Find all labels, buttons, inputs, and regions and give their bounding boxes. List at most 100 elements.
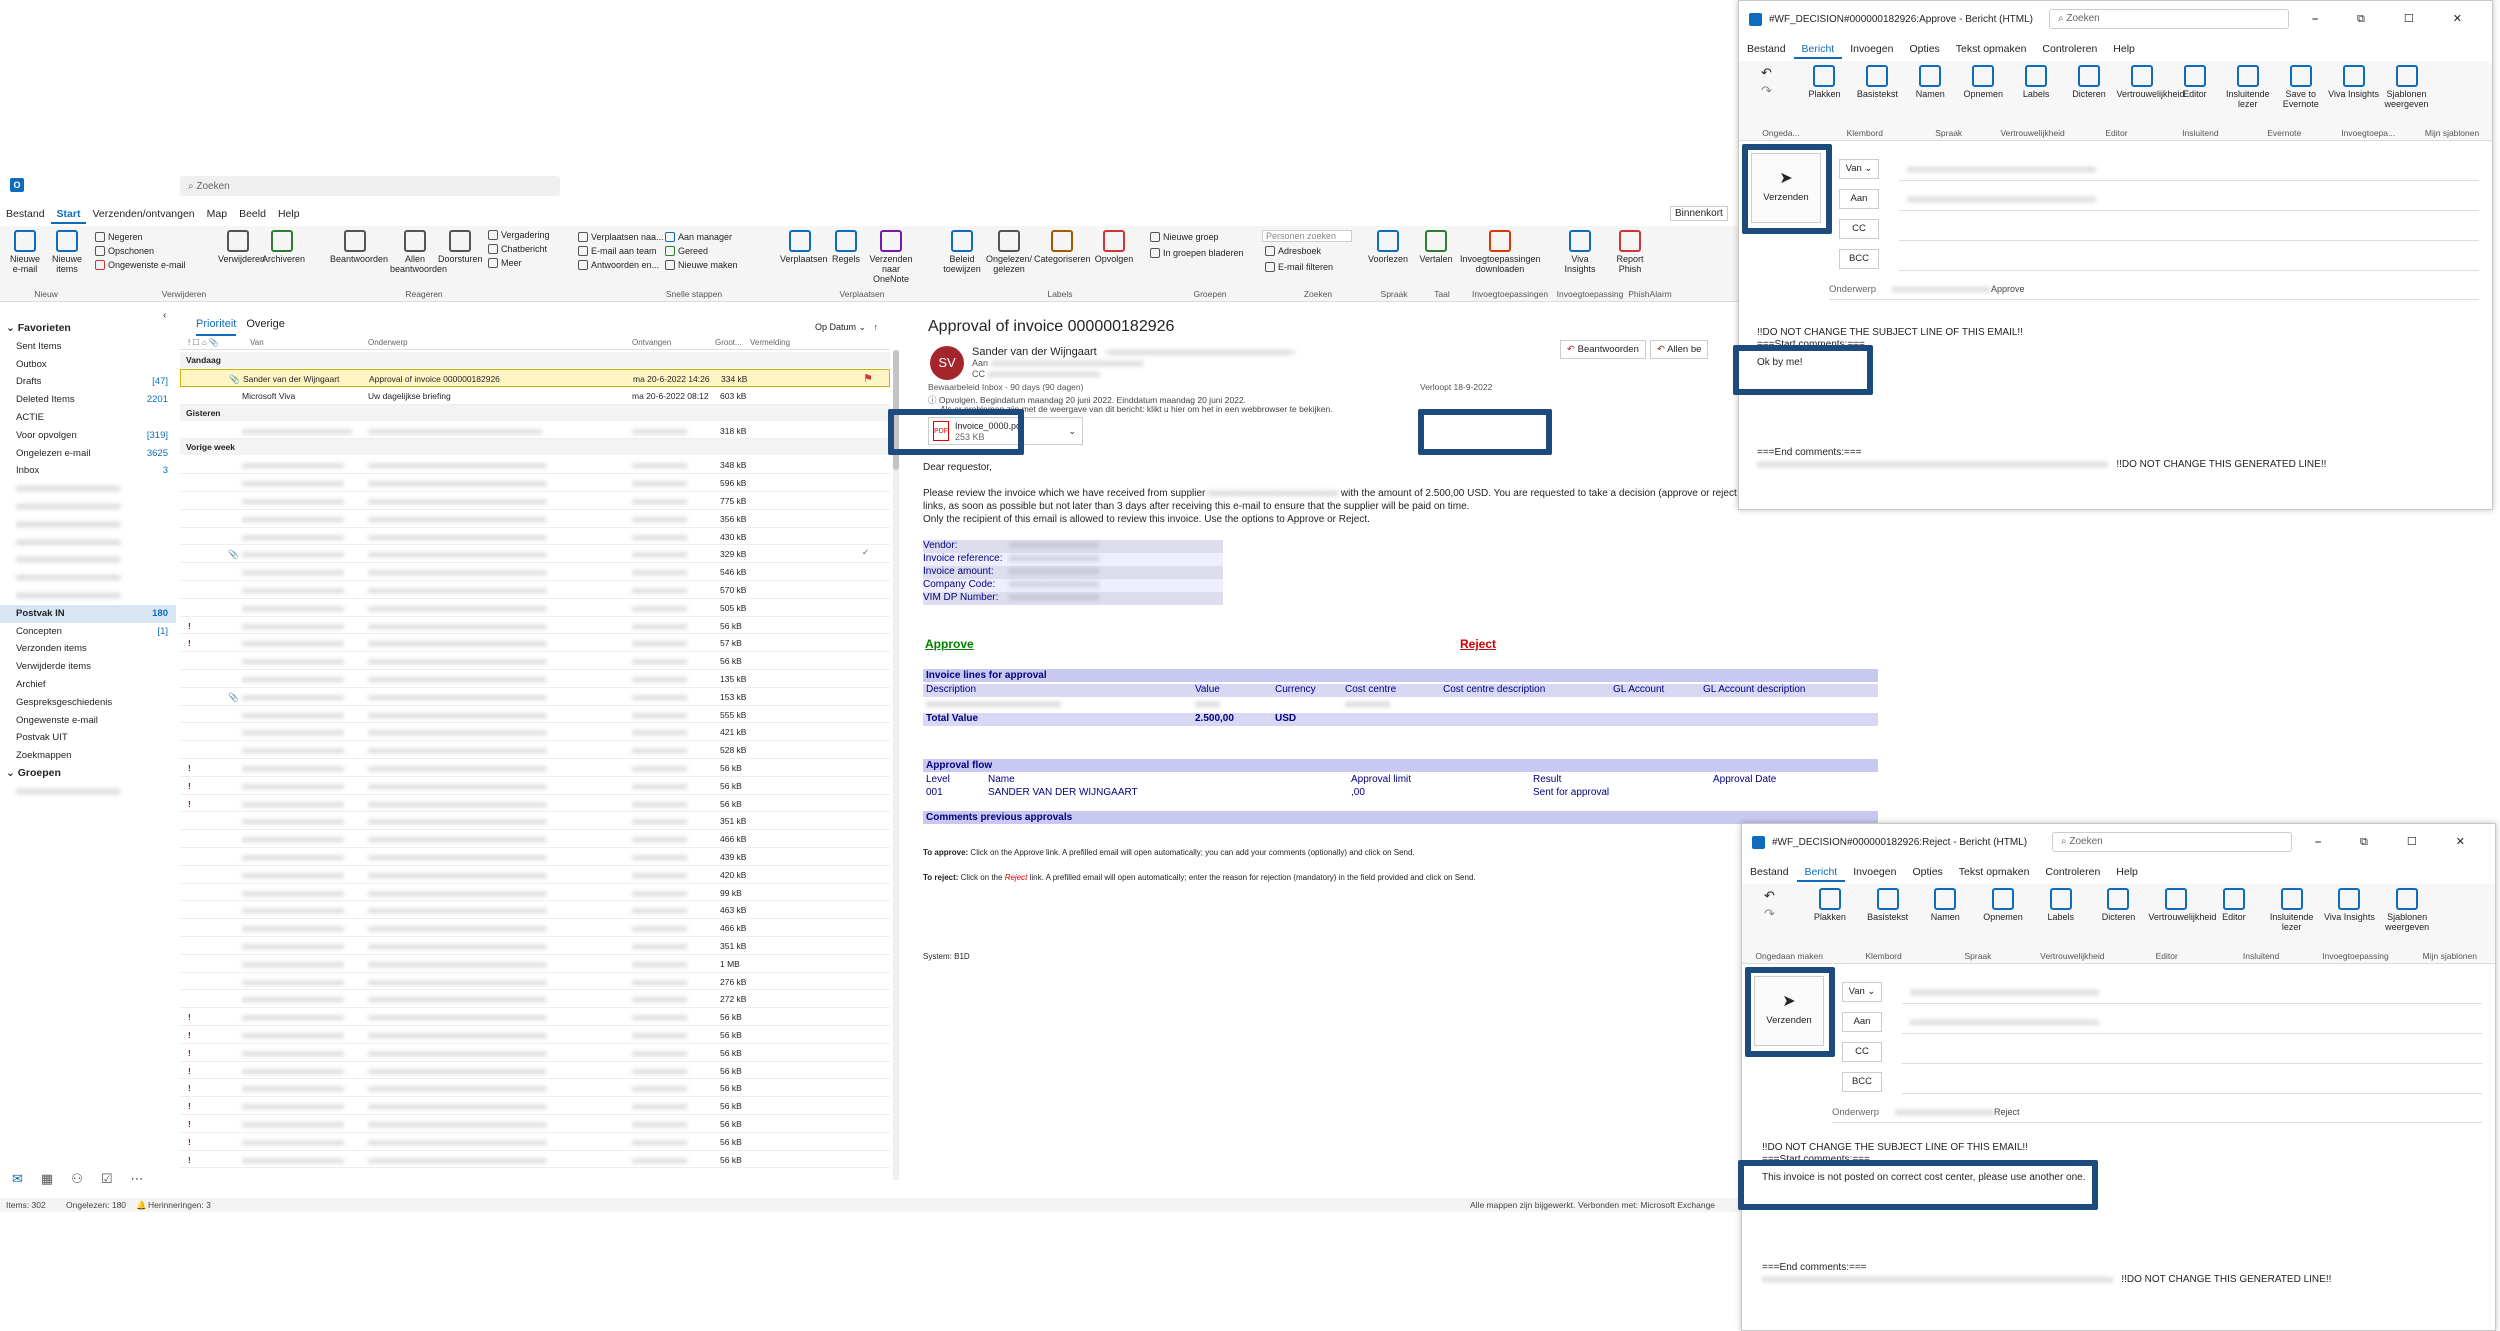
table-row[interactable]: xxxxxxxxxxxxxxxxxxxxxxxxxxxxxxxxxxxxxxxx…	[180, 723, 890, 742]
ribbon-report[interactable]: Report Phish	[1610, 230, 1650, 274]
table-row[interactable]: ! xxxxxxxxxxxxxxxxxxxxxxxx xxxxxxxxxxxxxxx…	[180, 1062, 890, 1080]
reply-button[interactable]: ↶ Beantwoorden	[1560, 340, 1646, 359]
folder-item[interactable]: xxxxxxxxxxxxxxxxxxxxxx	[0, 587, 176, 605]
folder-item[interactable]: Zoekmappen	[0, 747, 176, 765]
ribbon-qs6[interactable]: Nieuwe maken	[665, 260, 738, 270]
ribbon-qs5[interactable]: Gereed	[665, 246, 708, 256]
scrollbar[interactable]	[893, 350, 899, 1180]
redo-icon[interactable]: ↷	[1764, 906, 1775, 922]
flag-icon[interactable]: ⚑	[863, 372, 873, 385]
ribbon-button[interactable]: Opnemen	[1975, 888, 2031, 922]
table-row[interactable]: xxxxxxxxxxxxxxxxxxxxxxxxxxxxxxxxxxxxxxxx…	[180, 670, 890, 688]
folder-item[interactable]: xxxxxxxxxxxxxxxxxxxxxx	[0, 498, 176, 516]
table-row[interactable]: xxxxxxxxxxxxxxxxxxxxxxxxxxxxxxxxxxxxxxxx…	[180, 706, 890, 724]
ribbon-button[interactable]: Insluitende lezer	[2264, 888, 2320, 932]
table-row[interactable]: ! xxxxxxxxxxxxxxxxxxxxxxxx xxxxxxxxxxxxxxx…	[180, 759, 890, 777]
ribbon-qs1[interactable]: Verplaatsen naa...	[578, 232, 664, 242]
list-section[interactable]: Vandaag	[180, 352, 890, 368]
ribbon-viva[interactable]: Viva Insights	[1560, 230, 1600, 274]
tab-3[interactable]: Opties	[1904, 864, 1950, 882]
menu-4[interactable]: Beeld	[233, 206, 272, 224]
ribbon-button[interactable]: Insluitende lezer	[2222, 65, 2273, 109]
table-row[interactable]: ! xxxxxxxxxxxxxxxxxxxxxxxx xxxxxxxxxxxxxxx…	[180, 634, 890, 653]
folder-item[interactable]: Postvak IN 180	[0, 604, 176, 623]
list-section[interactable]: Vorige week	[180, 439, 890, 456]
ribbon-translate[interactable]: Vertalen	[1418, 230, 1454, 264]
tab-4[interactable]: Tekst opmaken	[1951, 864, 2038, 882]
table-row[interactable]: xxxxxxxxxxxxxxxxxxxxxxxxxxxxxxxxxxxxxxxx…	[180, 812, 890, 831]
ribbon-button[interactable]: Dicteren	[2091, 888, 2147, 922]
ribbon-button[interactable]: Namen	[1917, 888, 1973, 922]
folder-item[interactable]: xxxxxxxxxxxxxxxxxxxxxx	[0, 783, 176, 801]
to-button[interactable]: Aan	[1842, 1012, 1882, 1032]
undo-icon[interactable]: ↶	[1761, 65, 1772, 81]
cc-field[interactable]	[1899, 219, 2479, 241]
bcc-field[interactable]	[1899, 249, 2479, 271]
search-people-input[interactable]: Personen zoeken	[1262, 230, 1352, 242]
table-row[interactable]: xxxxxxxxxxxxxxxxxxxxxxxxxxxxxxxxxxxxxxxx…	[180, 990, 890, 1009]
cc-button[interactable]: CC	[1842, 1042, 1882, 1062]
ribbon-unread[interactable]: Ongelezen/ gelezen	[986, 230, 1032, 274]
search-box[interactable]: ⌕ Zoeken	[2052, 832, 2292, 852]
cc-button[interactable]: CC	[1839, 219, 1879, 239]
tab-0[interactable]: Bestand	[1742, 864, 1797, 882]
table-row[interactable]: ! xxxxxxxxxxxxxxxxxxxxxxxx xxxxxxxxxxxxxxx…	[180, 1151, 890, 1169]
window-controls[interactable]: ⎯ ⧉ ☐ ✕	[2312, 12, 2480, 26]
ribbon-button[interactable]: Opnemen	[1958, 65, 2009, 99]
to-button[interactable]: Aan	[1839, 189, 1879, 209]
table-row[interactable]: 📎 Sander van der Wijngaart Approval of inv…	[180, 369, 890, 387]
ribbon-browse-groups[interactable]: In groepen bladeren	[1150, 248, 1244, 258]
ribbon-button[interactable]: Save to Evernote	[2275, 65, 2326, 109]
ribbon-assign[interactable]: Beleid toewijzen	[940, 230, 984, 274]
folder-item[interactable]: xxxxxxxxxxxxxxxxxxxxxx	[0, 516, 176, 534]
ribbon-button[interactable]: Sjablonen weergeven	[2379, 888, 2435, 932]
ribbon-button[interactable]: Dicteren	[2064, 65, 2115, 99]
folder-item[interactable]: Inbox 3	[0, 462, 176, 480]
subject-line[interactable]: Onderwerp xxxxxxxxxxxxxxxxxxxxxxApprove	[1829, 284, 2479, 300]
bcc-field[interactable]	[1902, 1072, 2482, 1094]
table-row[interactable]: ! xxxxxxxxxxxxxxxxxxxxxxxx xxxxxxxxxxxxxxx…	[180, 795, 890, 813]
menu-3[interactable]: Map	[201, 206, 233, 224]
col-flag[interactable]: Vermelding	[750, 338, 790, 347]
ribbon-new-group[interactable]: Nieuwe groep	[1150, 232, 1219, 242]
tab-3[interactable]: Opties	[1901, 41, 1947, 59]
table-row[interactable]: xxxxxxxxxxxxxxxxxxxxxxxxxxxxxxxxxxxxxxxx…	[180, 884, 890, 902]
search-box[interactable]: ⌕ Zoeken	[180, 176, 560, 196]
table-row[interactable]: 📎 xxxxxxxxxxxxxxxxxxxxxxxx xxxxxxxxxxxxxxx…	[180, 545, 890, 564]
people-icon[interactable]: ⚇	[71, 1171, 83, 1187]
ribbon-button[interactable]: Editor	[2206, 888, 2262, 922]
table-row[interactable]: ! xxxxxxxxxxxxxxxxxxxxxxxx xxxxxxxxxxxxxxx…	[180, 1008, 890, 1026]
tab-5[interactable]: Controleren	[2037, 864, 2108, 882]
table-row[interactable]: xxxxxxxxxxxxxxxxxxxxxxxxxxxxxxxxxxxxxxxx…	[180, 492, 890, 510]
table-row[interactable]: xxxxxxxxxxxxxxxxxxxxxxxxxxxxxxxxxxxxxxxx…	[180, 973, 890, 991]
folder-item[interactable]: Deleted Items 2201	[0, 391, 176, 409]
table-row[interactable]: xxxxxxxxxxxxxxxxxxxxxxxxxxxxxxxxxxxxxxxx…	[180, 474, 890, 492]
ribbon-button[interactable]: Basistekst	[1860, 888, 1916, 922]
reject-link[interactable]: Reject	[1460, 637, 1496, 651]
ribbon-reply[interactable]: Beantwoorden	[330, 230, 388, 264]
folder-item[interactable]: Ongewenste e-mail	[0, 712, 176, 730]
folder-item[interactable]: Ongelezen e-mail 3625	[0, 445, 176, 463]
ribbon-followup[interactable]: Opvolgen	[1094, 230, 1134, 264]
folder-item[interactable]: Outbox	[0, 356, 176, 374]
collapse-pane-icon[interactable]: ‹	[163, 310, 166, 321]
folder-item[interactable]: xxxxxxxxxxxxxxxxxxxxxx	[0, 551, 176, 569]
table-row[interactable]: xxxxxxxxxxxxxxxxxxxxxxxxxxxxxxxxxxxxxxxx…	[180, 919, 890, 937]
ribbon-button[interactable]: Editor	[2169, 65, 2220, 99]
ribbon-button[interactable]: Viva Insights	[2322, 888, 2378, 922]
ribbon-new-mail[interactable]: Nieuwe e-mail	[8, 230, 42, 274]
tab-1[interactable]: Bericht	[1793, 41, 1843, 59]
ribbon-new-items[interactable]: Nieuwe items	[52, 230, 82, 274]
ribbon-qs3[interactable]: Antwoorden en...	[578, 260, 659, 270]
mail-icon[interactable]: ✉	[12, 1171, 23, 1187]
table-row[interactable]: xxxxxxxxxxxxxxxxxxxxxxxxxxxxxxxxxxxxxxxx…	[180, 652, 890, 670]
table-row[interactable]: ! xxxxxxxxxxxxxxxxxxxxxxxx xxxxxxxxxxxxxxx…	[180, 1133, 890, 1151]
bcc-button[interactable]: BCC	[1839, 249, 1879, 269]
window-controls[interactable]: ⎯ ⧉ ☐ ✕	[2315, 835, 2483, 849]
ribbon-button[interactable]: Basistekst	[1852, 65, 1903, 99]
tab-4[interactable]: Tekst opmaken	[1948, 41, 2035, 59]
ribbon-addressbook[interactable]: Adresboek	[1265, 246, 1321, 256]
menu-2[interactable]: Verzenden/ontvangen	[86, 206, 200, 224]
table-row[interactable]: 📎 xxxxxxxxxxxxxxxxxxxxxxxx xxxxxxxxxxxxxxx…	[180, 688, 890, 706]
table-row[interactable]: xxxxxxxxxxxxxxxxxxxxxxxxxxxxxxxxxxxxxxxx…	[180, 866, 890, 884]
